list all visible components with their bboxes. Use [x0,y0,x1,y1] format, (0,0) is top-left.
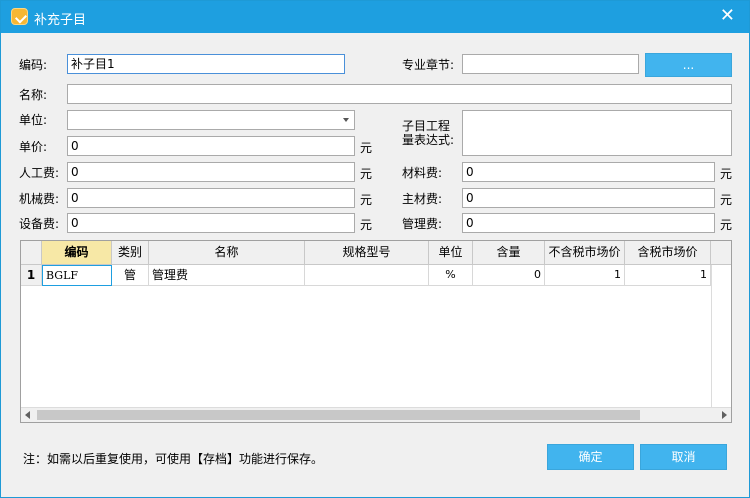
vertical-scroll-area[interactable] [711,265,731,407]
row-number-header [21,241,42,265]
code-input[interactable]: 补子目1 [67,54,345,74]
ok-button[interactable]: 确定 [547,444,634,470]
machine-input[interactable]: 0 [67,188,355,208]
col-header-name[interactable]: 名称 [149,241,305,265]
material-input[interactable]: 0 [462,162,715,182]
cell-code[interactable]: BGLF [42,265,112,286]
col-header-price-ex-tax[interactable]: 不含税市场价 [545,241,625,265]
equipment-label: 设备费: [19,217,60,231]
browse-button[interactable]: ... [645,53,732,77]
unit-label: 单位: [19,113,48,127]
col-header-filler [711,241,731,265]
cell-spec[interactable] [305,265,429,286]
main-material-input[interactable]: 0 [462,188,715,208]
scrollbar-thumb[interactable] [37,410,640,420]
main-material-unit: 元 [720,193,733,207]
col-header-category[interactable]: 类别 [112,241,149,265]
footer-note: 注：如需以后重复使用，可使用【存档】功能进行保存。 [23,452,324,466]
mgmt-input[interactable]: 0 [462,213,715,233]
labor-input[interactable]: 0 [67,162,355,182]
col-header-qty[interactable]: 含量 [473,241,545,265]
material-unit: 元 [720,167,733,181]
col-header-spec[interactable]: 规格型号 [305,241,429,265]
resource-table[interactable]: 编码 类别 名称 规格型号 单位 含量 不含税市场价 含税市场价 1 BGLF … [20,240,732,423]
row-number[interactable]: 1 [21,265,42,286]
labor-unit: 元 [360,167,373,181]
unit-select[interactable] [67,110,355,130]
horizontal-scrollbar[interactable] [21,407,731,422]
equipment-input[interactable]: 0 [67,213,355,233]
window-title: 补充子目 [34,13,87,28]
expression-textarea[interactable] [462,110,732,156]
expr-label-line2: 量表达式: [402,133,455,147]
scroll-left-icon[interactable] [25,411,30,419]
cancel-button[interactable]: 取消 [640,444,727,470]
cell-qty[interactable]: 0 [473,265,545,286]
price-unit: 元 [360,141,373,155]
name-label: 名称: [19,88,48,102]
cell-category[interactable]: 管 [112,265,149,286]
machine-label: 机械费: [19,192,60,206]
app-icon [11,8,28,25]
cell-price-in-tax[interactable]: 1 [625,265,711,286]
scroll-right-icon[interactable] [722,411,727,419]
col-header-code[interactable]: 编码 [42,241,112,265]
machine-unit: 元 [360,193,373,207]
labor-label: 人工费: [19,166,60,180]
dialog-window: 补充子目 ✕ 编码: 补子目1 专业章节: ... 名称: 单位: 子目工程 量… [0,0,750,498]
col-header-unit[interactable]: 单位 [429,241,473,265]
material-label: 材料费: [402,166,443,180]
code-label: 编码: [19,58,48,72]
mgmt-unit: 元 [720,218,733,232]
cell-price-ex-tax[interactable]: 1 [545,265,625,286]
price-label: 单价: [19,140,48,154]
chapter-input[interactable] [462,54,639,74]
chevron-down-icon[interactable] [343,118,349,122]
cell-name[interactable]: 管理费 [149,265,305,286]
close-icon[interactable]: ✕ [720,6,735,26]
mgmt-label: 管理费: [402,217,443,231]
name-input[interactable] [67,84,732,104]
equipment-unit: 元 [360,218,373,232]
cell-unit[interactable]: % [429,265,473,286]
title-bar[interactable]: 补充子目 ✕ [1,1,749,33]
col-header-price-in-tax[interactable]: 含税市场价 [625,241,711,265]
price-input[interactable]: 0 [67,136,355,156]
expr-label-line1: 子目工程 [402,119,451,133]
chapter-label: 专业章节: [402,58,455,72]
main-material-label: 主材费: [402,192,443,206]
